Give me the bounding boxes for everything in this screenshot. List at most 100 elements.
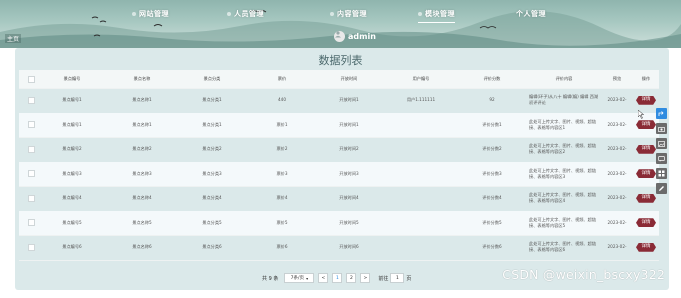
goto-page-input[interactable]: 1 (390, 273, 405, 283)
page-suffix: 页 (406, 275, 412, 282)
table-cell: 2023-02- (607, 244, 627, 250)
table-row[interactable]: 景点编号4 景点名称4 景点分类4 票价4 开放时间4 评价分数4 此处可上传文… (19, 186, 659, 212)
column-header[interactable]: 开放时间 (317, 70, 381, 88)
nav-item-people[interactable]: 人员管理 (227, 9, 264, 19)
page-number[interactable]: 2 (346, 273, 357, 283)
table-cell: 景点编号2 (62, 146, 82, 152)
nav-item-site[interactable]: 网站管理 (132, 9, 169, 19)
nav-item-personal[interactable]: 个人管理 (516, 9, 546, 19)
table-cell: 景点分类4 (202, 195, 222, 201)
table-cell: 用户1.111111 (406, 97, 436, 103)
share-icon[interactable] (656, 108, 667, 119)
table-cell: 此处可上传文字、图片、视频、超链接、表格等内容区5 (529, 216, 597, 228)
table-row[interactable]: 景点编号3 景点名称3 景点分类3 票价3 开放时间3 评价分数3 此处可上传文… (19, 161, 659, 187)
table-cell: 景点名称5 (132, 219, 152, 225)
user-name: admin (348, 31, 376, 41)
detail-button[interactable]: 详情 (636, 95, 656, 105)
table-cell: 景点编号5 (62, 219, 82, 225)
row-checkbox[interactable] (25, 235, 37, 260)
table-cell: 评价分数4 (482, 195, 502, 201)
table-cell: 评价分数3 (482, 170, 502, 176)
select-all-checkbox[interactable] (25, 70, 37, 88)
table-cell: 景点分类1 (202, 121, 222, 127)
page-number[interactable]: 1 (332, 273, 343, 283)
row-checkbox[interactable] (25, 113, 37, 138)
next-page-button[interactable]: > (360, 273, 371, 283)
table-cell (387, 186, 455, 211)
detail-button[interactable]: 详情 (636, 242, 656, 252)
table-cell: 2023-02- (607, 97, 627, 103)
table-cell: 景点名称1 (132, 121, 152, 127)
table-cell: 440 (278, 97, 286, 103)
column-header[interactable]: 票价 (257, 70, 307, 88)
table-cell: 票价1 (276, 121, 288, 127)
table-row[interactable]: 景点编号5 景点名称5 景点分类5 票价5 开放时间5 评价分数5 此处可上传文… (19, 210, 659, 236)
row-checkbox[interactable] (25, 211, 37, 236)
table-row[interactable]: 景点编号1 景点名称1 景点分类1 440 开放时间1 用户1.111111 9… (19, 88, 659, 114)
table-cell: 评价分数1 (482, 121, 502, 127)
table-row[interactable]: 景点编号2 景点名称2 景点分类2 票价2 开放时间2 评价分数2 此处可上传文… (19, 137, 659, 163)
table-cell: 票价6 (276, 244, 288, 250)
table-cell: 景点名称2 (132, 146, 152, 152)
table-cell: 票价2 (276, 146, 288, 152)
table-cell (387, 137, 455, 162)
column-header[interactable]: 景点编号 (41, 70, 103, 88)
table-cell: 景点名称6 (132, 244, 152, 250)
table-cell: 此处可上传文字、图片、视频、超链接、表格等内容区3 (529, 167, 597, 179)
table-cell: 此处可上传文字、图片、视频、超链接、表格等内容区4 (529, 192, 597, 204)
detail-button[interactable]: 详情 (636, 193, 656, 203)
camera-icon[interactable] (656, 123, 667, 134)
table-cell: 景点分类3 (202, 170, 222, 176)
table-cell: 评价分数2 (482, 146, 502, 152)
row-checkbox[interactable] (25, 186, 37, 211)
table-cell: 景点编号3 (62, 170, 82, 176)
table-cell: 景点分类6 (202, 244, 222, 250)
nav-item-module[interactable]: 模块管理 (418, 9, 455, 23)
table-cell: 开放时间1 (339, 97, 359, 103)
nav-item-content[interactable]: 内容管理 (330, 9, 367, 19)
column-header[interactable]: 景点名称 (111, 70, 173, 88)
detail-button[interactable]: 详情 (636, 218, 656, 228)
grid-icon[interactable] (656, 168, 667, 179)
table-cell: 开放时间5 (339, 219, 359, 225)
column-header[interactable]: 用户编号 (387, 70, 455, 88)
table-cell: 此处可上传文字、图片、视频、超链接、表格等内容区2 (529, 143, 597, 155)
row-checkbox[interactable] (25, 137, 37, 162)
table-cell: 2023-02- (607, 146, 627, 152)
detail-button[interactable]: 详情 (636, 169, 656, 179)
table-cell: 景点名称4 (132, 195, 152, 201)
total-count: 共 9 条 (262, 275, 279, 282)
column-header[interactable]: 评价内容 (529, 70, 599, 88)
edit-icon[interactable] (656, 183, 667, 194)
chat-icon[interactable] (656, 153, 667, 164)
table-cell (387, 162, 455, 187)
pagination: 共 9 条 7条/页 ▾ < 1 2 > 前往 1 页 (262, 273, 411, 283)
page-size-select[interactable]: 7条/页 ▾ (284, 273, 315, 283)
row-checkbox[interactable] (25, 88, 37, 113)
table-cell: 景点分类5 (202, 219, 222, 225)
home-link[interactable]: 主页 (5, 34, 22, 43)
column-header[interactable]: 预览 (603, 70, 631, 88)
detail-button-cell: 详情 (635, 162, 657, 187)
column-header[interactable]: 评价分数 (464, 70, 520, 88)
header-banner: 网站管理 人员管理 内容管理 模块管理 个人管理 主页 admin (0, 0, 681, 48)
table-cell: 景点编号6 (62, 244, 82, 250)
goto-label: 前往 (378, 275, 389, 282)
top-nav: 网站管理 人员管理 内容管理 模块管理 个人管理 (0, 9, 681, 23)
table-header: 景点编号 景点名称 景点分类 票价 开放时间 用户编号 评价分数 评价内容 预览… (19, 70, 659, 89)
table-cell: 开放时间4 (339, 195, 359, 201)
table-row[interactable]: 景点编号6 景点名称6 景点分类6 票价6 开放时间6 评价分数6 此处可上传文… (19, 235, 659, 261)
image-icon[interactable] (656, 138, 667, 149)
detail-button[interactable]: 详情 (636, 120, 656, 130)
prev-page-button[interactable]: < (318, 273, 329, 283)
user-menu[interactable]: admin (334, 30, 376, 42)
column-header[interactable]: 景点分类 (181, 70, 243, 88)
table-cell: 景点编号4 (62, 195, 82, 201)
table-cell: 此处可上传文字、图片、视频、超链接、表格等内容区6 (529, 241, 597, 253)
table-cell: 票价3 (276, 170, 288, 176)
table-cell: 2023-02- (607, 170, 627, 176)
row-checkbox[interactable] (25, 162, 37, 187)
table-row[interactable]: 景点编号1 景点名称1 景点分类1 票价1 开放时间1 评价分数1 此处可上传文… (19, 112, 659, 138)
detail-button[interactable]: 详情 (636, 144, 656, 154)
table-cell: 景点编号1 (62, 121, 82, 127)
